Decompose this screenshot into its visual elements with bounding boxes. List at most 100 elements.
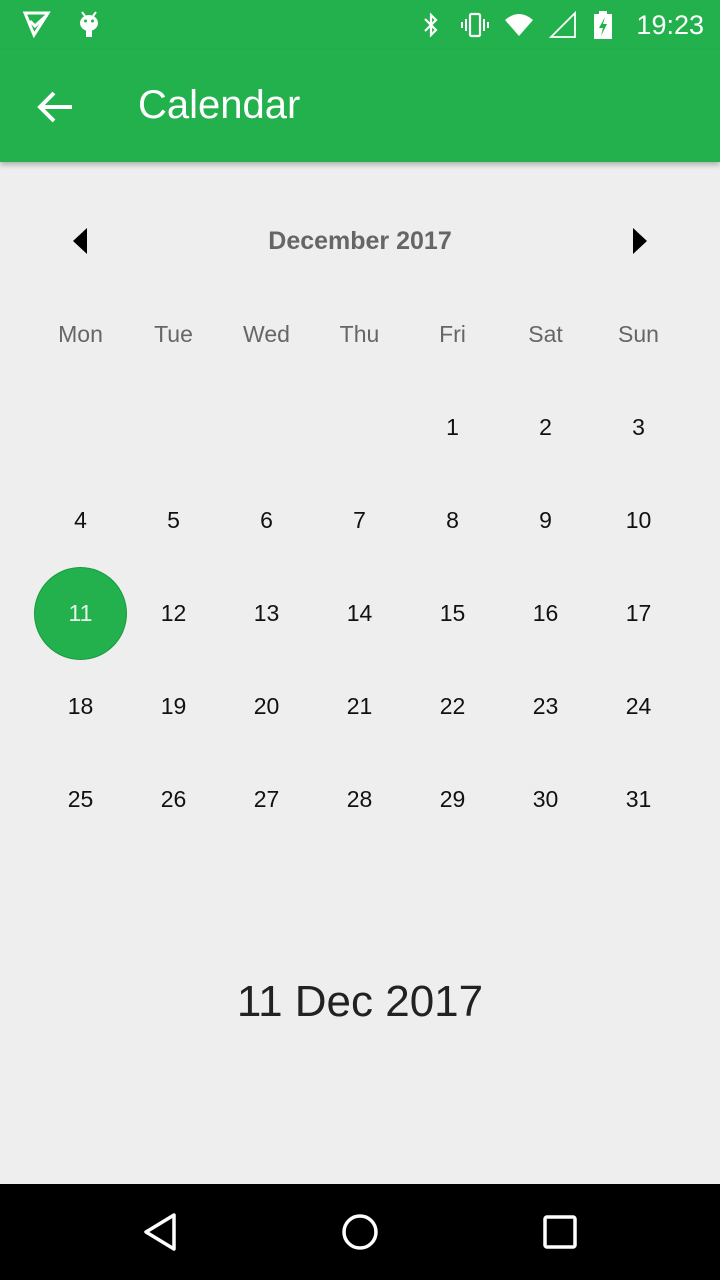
calendar-day[interactable]: 8 [406,474,499,567]
weekday-label: Fri [439,321,466,347]
calendar-day-label: 5 [167,507,180,533]
app-title: Calendar [138,83,301,127]
weekday-label: Sat [528,321,563,347]
calendar-empty-cell [313,381,406,474]
status-time: 19:23 [636,10,704,40]
calendar-day-label: 25 [67,786,94,812]
calendar-day-label: 21 [346,693,373,719]
vibrate-icon [460,10,490,40]
triangle-left-icon [64,228,98,262]
wifi-icon [504,10,534,40]
calendar-day[interactable]: 5 [127,474,220,567]
calendar-day[interactable]: 10 [592,474,685,567]
calendar-day[interactable]: 6 [220,474,313,567]
weekday-label: Tue [154,321,193,347]
bluetooth-icon [416,10,446,40]
calendar-day-label: 7 [353,507,366,533]
system-nav-bar [0,1184,720,1280]
calendar-day[interactable]: 18 [34,660,127,753]
calendar-day-label: 4 [74,507,87,533]
nav-recents-button[interactable] [536,1208,584,1256]
calendar-day[interactable]: 25 [34,753,127,846]
android-debug-icon [74,9,104,39]
calendar-day-label: 19 [160,693,187,719]
battery-charging-icon [592,10,622,40]
calendar-day[interactable]: 17 [592,567,685,660]
calendar-day-label: 20 [253,693,280,719]
calendar-day-label: 12 [160,600,187,626]
calendar-day-label: 27 [253,786,280,812]
calendar-day-label: 29 [439,786,466,812]
weekday-label: Wed [243,321,290,347]
month-title: December 2017 [268,227,452,255]
calendar-day-label: 16 [532,600,559,626]
calendar-day-label: 18 [67,693,94,719]
prev-month-button[interactable] [64,224,98,258]
calendar-day-label: 24 [625,693,652,719]
calendar-day-label: 11 [34,567,127,660]
weekday-header-row: Mon Tue Wed Thu Fri Sat Sun [34,316,686,352]
calendar-day-label: 10 [625,507,652,533]
calendar-day-label: 15 [439,600,466,626]
arrow-back-icon [30,91,80,136]
calendar-day[interactable]: 21 [313,660,406,753]
nav-back-button[interactable] [136,1208,184,1256]
calendar-day[interactable]: 27 [220,753,313,846]
next-month-button[interactable] [622,224,656,258]
weekday-label: Sun [618,321,659,347]
calendar-day[interactable]: 3 [592,381,685,474]
calendar-day[interactable]: 29 [406,753,499,846]
calendar-day-label: 28 [346,786,373,812]
recents-square-icon [536,1215,584,1260]
calendar-day[interactable]: 23 [499,660,592,753]
calendar-day[interactable]: 30 [499,753,592,846]
calendar-day-label: 9 [539,507,552,533]
selected-date-display: 11 Dec 2017 [236,977,484,1026]
calendar-day[interactable]: 22 [406,660,499,753]
calendar-day[interactable]: 19 [127,660,220,753]
check-notification-icon [22,9,52,39]
calendar-day[interactable]: 1 [406,381,499,474]
calendar-day-label: 2 [539,414,552,440]
calendar-day-label: 26 [160,786,187,812]
calendar-day[interactable]: 28 [313,753,406,846]
calendar-day[interactable]: 15 [406,567,499,660]
signal-icon [548,10,578,40]
calendar-day[interactable]: 20 [220,660,313,753]
calendar-day-grid: 1 2 3 4 5 6 7 8 9 10 11 12 13 14 15 16 17 18 19 20 21 22 23 24 2… [34,381,686,846]
calendar-empty-cell [220,381,313,474]
calendar-empty-cell [127,381,220,474]
weekday-label: Thu [339,321,380,347]
calendar-day[interactable]: 2 [499,381,592,474]
calendar-day-label: 30 [532,786,559,812]
calendar-day[interactable]: 31 [592,753,685,846]
month-header: December 2017 [0,216,720,266]
status-bar: 19:23 [0,0,720,50]
calendar-day[interactable]: 16 [499,567,592,660]
calendar-day-label: 8 [446,507,459,533]
calendar-day-selected[interactable]: 11 [34,567,127,660]
calendar-day-label: 17 [625,600,652,626]
nav-home-button[interactable] [336,1208,384,1256]
calendar-day[interactable]: 13 [220,567,313,660]
calendar-day-label: 1 [446,414,459,440]
back-button[interactable] [30,82,80,132]
weekday-label: Mon [58,321,103,347]
calendar-day[interactable]: 9 [499,474,592,567]
app-bar: Calendar [0,50,720,162]
calendar-day-label: 31 [625,786,652,812]
calendar-day-label: 23 [532,693,559,719]
triangle-right-icon [622,228,656,262]
calendar-day[interactable]: 4 [34,474,127,567]
calendar-empty-cell [34,381,127,474]
calendar-day[interactable]: 12 [127,567,220,660]
calendar-day[interactable]: 24 [592,660,685,753]
calendar-day-label: 14 [346,600,373,626]
calendar-day[interactable]: 26 [127,753,220,846]
calendar-day[interactable]: 14 [313,567,406,660]
calendar-day[interactable]: 7 [313,474,406,567]
calendar-day-label: 13 [253,600,280,626]
calendar-day-label: 3 [632,414,645,440]
calendar-day-label: 22 [439,693,466,719]
home-circle-icon [336,1214,384,1260]
